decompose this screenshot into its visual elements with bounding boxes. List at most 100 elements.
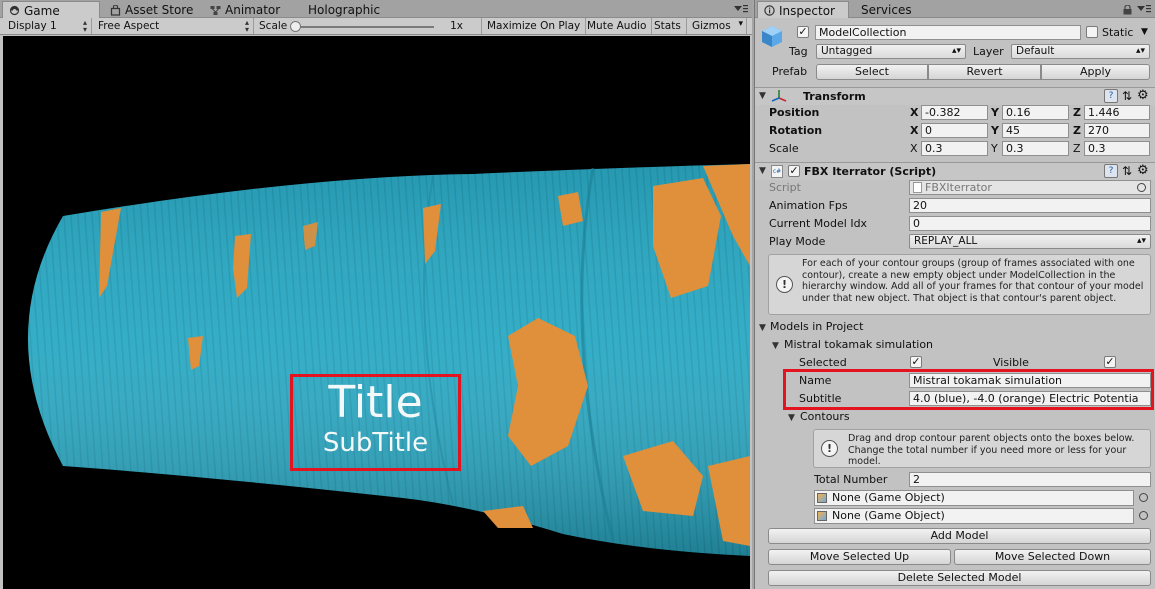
- scale-y-field[interactable]: 0.3: [1002, 141, 1069, 156]
- contour-help-box: ! For each of your contour groups (group…: [768, 254, 1151, 315]
- dropdown-arrows-icon: ▴▾: [1135, 46, 1145, 56]
- object-name-field[interactable]: ModelCollection: [815, 25, 1081, 40]
- scale-label: Scale: [769, 142, 799, 155]
- contours-help-text: Drag and drop contour parent objects ont…: [848, 433, 1135, 467]
- gizmos-dropdown[interactable]: Gizmos ▾: [687, 18, 747, 34]
- model-name-field[interactable]: Mistral tokamak simulation: [909, 373, 1151, 388]
- transform-header[interactable]: ▼ Transform ? ⇅ ⚙: [755, 87, 1155, 105]
- gear-icon[interactable]: ⚙: [1137, 88, 1149, 103]
- tab-game[interactable]: Game: [2, 1, 100, 18]
- transform-title: Transform: [803, 90, 866, 103]
- rotation-z-field[interactable]: 270: [1084, 123, 1150, 138]
- contour-slot-2[interactable]: None (Game Object): [814, 508, 1134, 524]
- active-checkbox[interactable]: ✓: [797, 26, 809, 38]
- tab-inspector-label: Inspector: [779, 3, 835, 18]
- scale-slider-knob[interactable]: [290, 21, 301, 32]
- display-dropdown[interactable]: Display 1 ▴ ▾: [3, 18, 92, 34]
- chevron-down-icon: ▾: [738, 19, 743, 29]
- visible-checkbox[interactable]: ✓: [1104, 356, 1116, 368]
- tab-animator-label: Animator: [225, 3, 281, 17]
- tab-animator[interactable]: Animator: [204, 1, 286, 18]
- help-icon[interactable]: ?: [1104, 89, 1118, 103]
- gear-icon[interactable]: ⚙: [1137, 163, 1149, 178]
- dropdown-arrows-icon: ▴▾: [1136, 236, 1146, 246]
- total-number-field[interactable]: 2: [909, 472, 1151, 487]
- move-selected-up-button[interactable]: Move Selected Up: [768, 549, 951, 565]
- tab-inspector[interactable]: Inspector: [757, 1, 849, 18]
- stats-toggle[interactable]: Stats: [649, 18, 687, 34]
- script-component-header[interactable]: ▼ c# ✓ FBX Iterrator (Script) ? ⇅ ⚙: [755, 162, 1155, 180]
- preset-icon[interactable]: ⇅: [1122, 164, 1132, 178]
- fold-down-icon[interactable]: ▼: [759, 91, 766, 101]
- tag-value: Untagged: [821, 45, 873, 57]
- object-picker-icon[interactable]: [1139, 493, 1148, 502]
- selected-checkbox[interactable]: ✓: [910, 356, 922, 368]
- rotation-y-field[interactable]: 45: [1002, 123, 1069, 138]
- add-model-button[interactable]: Add Model: [768, 528, 1151, 544]
- game-viewport[interactable]: Title SubTitle: [3, 36, 750, 589]
- info-circle-icon: !: [776, 276, 793, 293]
- object-picker-icon[interactable]: [1139, 511, 1148, 520]
- panel-menu-icon[interactable]: [734, 4, 748, 17]
- tab-holographic[interactable]: Holographic: [302, 1, 386, 18]
- models-in-project-label[interactable]: Models in Project: [770, 320, 863, 333]
- panel-menu-icon[interactable]: [1137, 4, 1151, 17]
- position-x-field[interactable]: -0.382: [921, 105, 988, 120]
- script-file-icon: [913, 182, 922, 193]
- layer-dropdown[interactable]: Default ▴▾: [1011, 44, 1150, 59]
- model-foldout-label[interactable]: Mistral tokamak simulation: [784, 338, 933, 351]
- chevron-down-icon[interactable]: ▼: [1141, 27, 1148, 37]
- contour-help-text: For each of your contour groups (group o…: [802, 258, 1144, 304]
- position-z-field[interactable]: 1.446: [1084, 105, 1150, 120]
- prefab-apply-button[interactable]: Apply: [1041, 64, 1150, 80]
- fold-down-icon[interactable]: ▼: [759, 323, 766, 333]
- fold-down-icon[interactable]: ▼: [759, 166, 766, 176]
- play-mode-dropdown[interactable]: REPLAY_ALL ▴▾: [909, 234, 1151, 249]
- gameobject-cube-icon: [760, 24, 784, 51]
- scale-z-field[interactable]: 0.3: [1084, 141, 1150, 156]
- position-y-field[interactable]: 0.16: [1002, 105, 1069, 120]
- current-model-idx-label: Current Model Idx: [769, 217, 868, 230]
- maximize-on-play-toggle[interactable]: Maximize On Play: [482, 18, 587, 34]
- layer-label: Layer: [973, 45, 1004, 58]
- animator-icon: [210, 5, 221, 16]
- info-icon: [764, 5, 775, 16]
- scale-slider-track[interactable]: [294, 26, 434, 28]
- tab-asset-store[interactable]: Asset Store: [104, 1, 199, 18]
- move-selected-down-button[interactable]: Move Selected Down: [954, 549, 1151, 565]
- static-checkbox[interactable]: [1086, 26, 1098, 38]
- scale-value: 1x: [450, 20, 463, 32]
- tab-holographic-label: Holographic: [308, 3, 381, 17]
- current-model-idx-field[interactable]: 0: [909, 216, 1151, 231]
- lock-icon[interactable]: [1123, 4, 1132, 18]
- animation-fps-field[interactable]: 20: [909, 198, 1151, 213]
- layer-value: Default: [1016, 45, 1055, 57]
- scale-x-field[interactable]: 0.3: [921, 141, 988, 156]
- contour-slot-2-value: None (Game Object): [832, 509, 945, 522]
- prefab-revert-button[interactable]: Revert: [928, 64, 1041, 80]
- script-reference-field: FBXIterrator: [909, 180, 1151, 195]
- contours-label[interactable]: Contours: [800, 410, 850, 423]
- axis-x-label: X: [910, 142, 918, 155]
- contour-slot-1-value: None (Game Object): [832, 491, 945, 504]
- script-title: FBX Iterrator (Script): [804, 165, 937, 178]
- stats-label: Stats: [654, 20, 681, 32]
- rotation-x-field[interactable]: 0: [921, 123, 988, 138]
- fold-down-icon[interactable]: ▼: [772, 341, 779, 351]
- help-icon[interactable]: ?: [1104, 164, 1118, 178]
- script-label: Script: [769, 181, 801, 194]
- fold-down-icon[interactable]: ▼: [788, 413, 795, 423]
- preset-icon[interactable]: ⇅: [1122, 89, 1132, 103]
- model-subtitle-field[interactable]: 4.0 (blue), -4.0 (orange) Electric Poten…: [909, 391, 1151, 406]
- script-enabled-checkbox[interactable]: ✓: [788, 165, 800, 177]
- tab-services[interactable]: Services: [855, 1, 918, 18]
- gameobject-icon: [817, 493, 827, 503]
- axis-z-label: Z: [1073, 124, 1081, 137]
- dropdown-arrows-icon: ▴▾: [244, 18, 249, 34]
- tag-dropdown[interactable]: Untagged ▴▾: [816, 44, 966, 59]
- mute-audio-toggle[interactable]: Mute Audio: [582, 18, 653, 34]
- contour-slot-1[interactable]: None (Game Object): [814, 490, 1134, 506]
- delete-selected-model-button[interactable]: Delete Selected Model: [768, 570, 1151, 586]
- prefab-select-button[interactable]: Select: [816, 64, 928, 80]
- aspect-dropdown[interactable]: Free Aspect ▴ ▾: [93, 18, 254, 34]
